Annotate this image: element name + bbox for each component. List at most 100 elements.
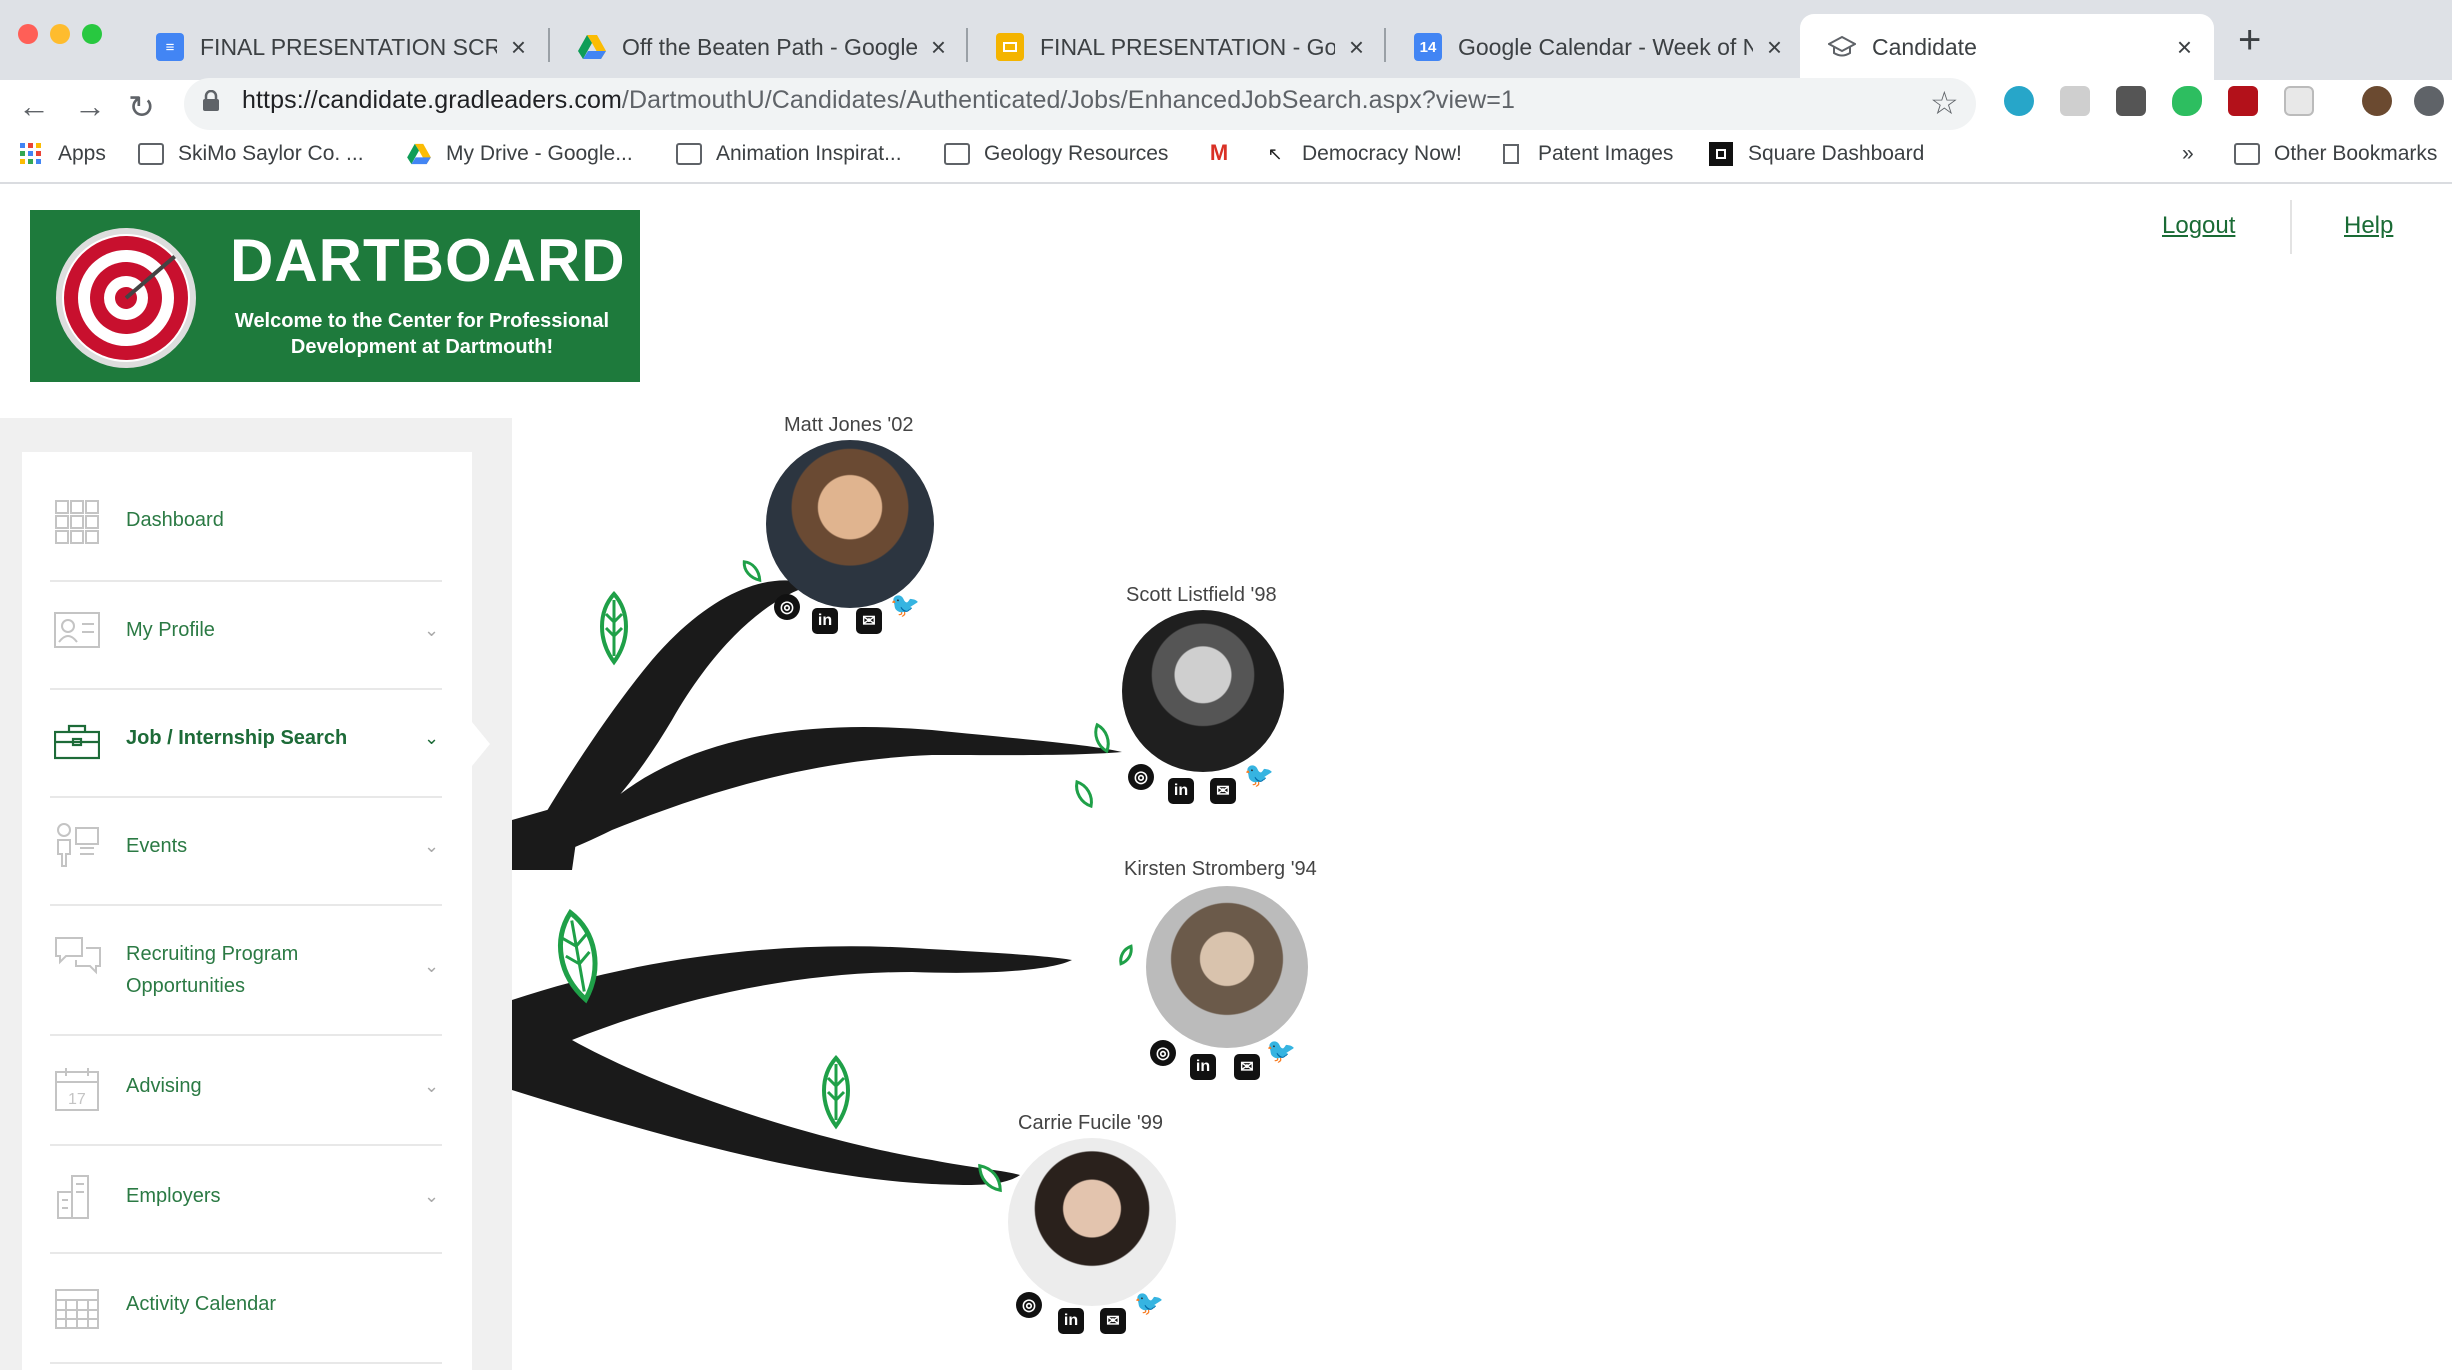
slides-icon (996, 33, 1024, 61)
bookmark-democracy-now[interactable]: ↖ Democracy Now! (1262, 142, 1462, 166)
evernote-icon[interactable] (2172, 86, 2202, 116)
extension-icon[interactable] (2060, 86, 2090, 116)
sidebar-item-recruiting-program-opportunities[interactable]: Recruiting Program Opportunities ⌄ (50, 906, 442, 1036)
dashboard-grid-icon (54, 500, 100, 546)
sidebar-item-activity-calendar[interactable]: Activity Calendar (50, 1254, 442, 1364)
url-path: /DartmouthU/Candidates/Authenticated/Job… (621, 86, 1515, 114)
bookmark-gmail[interactable]: M (1206, 140, 1246, 165)
chat-bubbles-icon (54, 936, 101, 982)
bookmark-drive[interactable]: My Drive - Google... (406, 142, 633, 166)
forward-arrow-icon[interactable]: → (74, 88, 106, 125)
brand-title: DARTBOARD (230, 227, 626, 294)
drive-icon (578, 33, 606, 61)
url-text[interactable]: https://candidate.gradleaders.com/Dartmo… (242, 86, 1515, 115)
chevron-down-icon[interactable]: ⌄ (424, 956, 439, 977)
browser-tab[interactable]: Off the Beaten Path - Google D × (550, 14, 968, 80)
sidebar-item-my-profile[interactable]: My Profile ⌄ (50, 582, 442, 690)
bookmark-apps[interactable]: Apps (18, 142, 106, 166)
folder-icon (138, 143, 164, 165)
sidebar-item-employers[interactable]: Employers ⌄ (50, 1146, 442, 1254)
chevron-down-icon[interactable]: ⌄ (424, 836, 439, 857)
instagram-icon[interactable]: ◎ (1016, 1292, 1042, 1318)
alumni-photo[interactable] (1146, 886, 1308, 1048)
twitter-icon[interactable]: 🐦 (1266, 1038, 1296, 1065)
email-icon[interactable]: ✉ (1234, 1054, 1260, 1080)
tab-title: FINAL PRESENTATION SCRIPT (200, 33, 497, 60)
bookmark-label: Democracy Now! (1302, 142, 1462, 165)
alumni-photo[interactable] (766, 440, 934, 608)
browser-tab[interactable]: ≡ FINAL PRESENTATION SCRIPT × (128, 14, 548, 80)
instagram-icon[interactable]: ◎ (1150, 1040, 1176, 1066)
instagram-icon[interactable]: ◎ (774, 594, 800, 620)
extension-page-icon[interactable] (2284, 86, 2314, 116)
update-icon[interactable] (2414, 86, 2444, 116)
email-icon[interactable]: ✉ (856, 608, 882, 634)
bookmark-folder[interactable]: SkiMo Saylor Co. ... (138, 142, 364, 166)
dartboard-target-logo (56, 228, 196, 368)
close-icon[interactable]: × (931, 32, 946, 63)
close-window-button[interactable] (18, 24, 38, 44)
tab-title: Off the Beaten Path - Google D (622, 33, 917, 60)
new-tab-button[interactable]: + (2238, 18, 2261, 63)
minimize-window-button[interactable] (50, 24, 70, 44)
alumni-tree-graphic (512, 560, 1133, 1193)
reload-icon[interactable]: ↻ (128, 88, 155, 126)
linkedin-icon[interactable]: in (1190, 1054, 1216, 1080)
linkedin-icon[interactable]: in (1058, 1308, 1084, 1334)
zoom-window-button[interactable] (82, 24, 102, 44)
chevron-down-icon[interactable]: ⌄ (424, 620, 439, 641)
close-icon[interactable]: × (511, 32, 526, 63)
bookmark-label: Apps (58, 142, 106, 165)
extension-badge-icon[interactable] (2228, 86, 2258, 116)
graduation-cap-icon (1828, 33, 1856, 61)
sidebar-item-dashboard[interactable]: Dashboard (50, 484, 442, 582)
email-icon[interactable]: ✉ (1100, 1308, 1126, 1334)
profile-avatar[interactable] (2362, 86, 2392, 116)
alumni-name: Kirsten Stromberg '94 (1124, 858, 1317, 880)
sidebar-item-job-internship-search[interactable]: Job / Internship Search ⌄ (50, 690, 442, 798)
leaf-icon (742, 560, 762, 583)
twitter-icon[interactable]: 🐦 (1134, 1290, 1164, 1317)
instagram-icon[interactable]: ◎ (1128, 764, 1154, 790)
close-icon[interactable]: × (2177, 32, 2192, 63)
bookmark-patent-images[interactable]: Patent Images (1498, 142, 1673, 166)
browser-tab[interactable]: FINAL PRESENTATION - Googl × (968, 14, 1386, 80)
browser-tab[interactable]: 14 Google Calendar - Week of No × (1386, 14, 1804, 80)
email-icon[interactable]: ✉ (1210, 778, 1236, 804)
alumni-photo[interactable] (1122, 610, 1284, 772)
bookmark-label: Animation Inspirat... (716, 142, 902, 165)
chevron-down-icon[interactable]: ⌄ (424, 1076, 439, 1097)
sidebar-item-label: Job / Internship Search (126, 727, 348, 749)
twitter-icon[interactable]: 🐦 (890, 592, 920, 619)
alumni-photo[interactable] (1008, 1138, 1176, 1306)
twitter-icon[interactable]: 🐦 (1244, 762, 1274, 789)
browser-tab-active[interactable]: Candidate × (1800, 14, 2214, 80)
bookmark-square[interactable]: Square Dashboard (1708, 142, 1924, 166)
extension-shield-icon[interactable] (2116, 86, 2146, 116)
gmail-icon: M (1209, 140, 1229, 165)
logout-link[interactable]: Logout (2162, 212, 2235, 240)
square-icon (1708, 142, 1734, 166)
chevron-down-icon[interactable]: ⌄ (424, 1186, 439, 1207)
bookmark-folder[interactable]: Animation Inspirat... (676, 142, 902, 166)
leaf-icon (600, 590, 628, 666)
sidebar-item-label: My Profile (126, 619, 215, 641)
chevron-down-icon[interactable]: ⌄ (424, 728, 439, 749)
extension-globe-icon[interactable] (2004, 86, 2034, 116)
sidebar-item-label: Employers (126, 1185, 221, 1207)
bookmark-star-icon[interactable]: ☆ (1930, 84, 1959, 122)
tree-branch (512, 946, 1072, 1186)
close-icon[interactable]: × (1349, 32, 1364, 63)
bookmark-folder[interactable]: Geology Resources (944, 142, 1168, 166)
close-icon[interactable]: × (1767, 32, 1782, 63)
sidebar-item-advising[interactable]: 17 Advising ⌄ (50, 1036, 442, 1146)
leaf-icon (822, 1054, 850, 1130)
folder-icon (944, 143, 970, 165)
help-link[interactable]: Help (2344, 212, 2393, 240)
sidebar-item-events[interactable]: Events ⌄ (50, 798, 442, 906)
linkedin-icon[interactable]: in (1168, 778, 1194, 804)
back-arrow-icon[interactable]: ← (18, 88, 50, 125)
bookmarks-overflow-button[interactable]: » (2182, 142, 2194, 166)
linkedin-icon[interactable]: in (812, 608, 838, 634)
other-bookmarks[interactable]: Other Bookmarks (2234, 142, 2437, 166)
